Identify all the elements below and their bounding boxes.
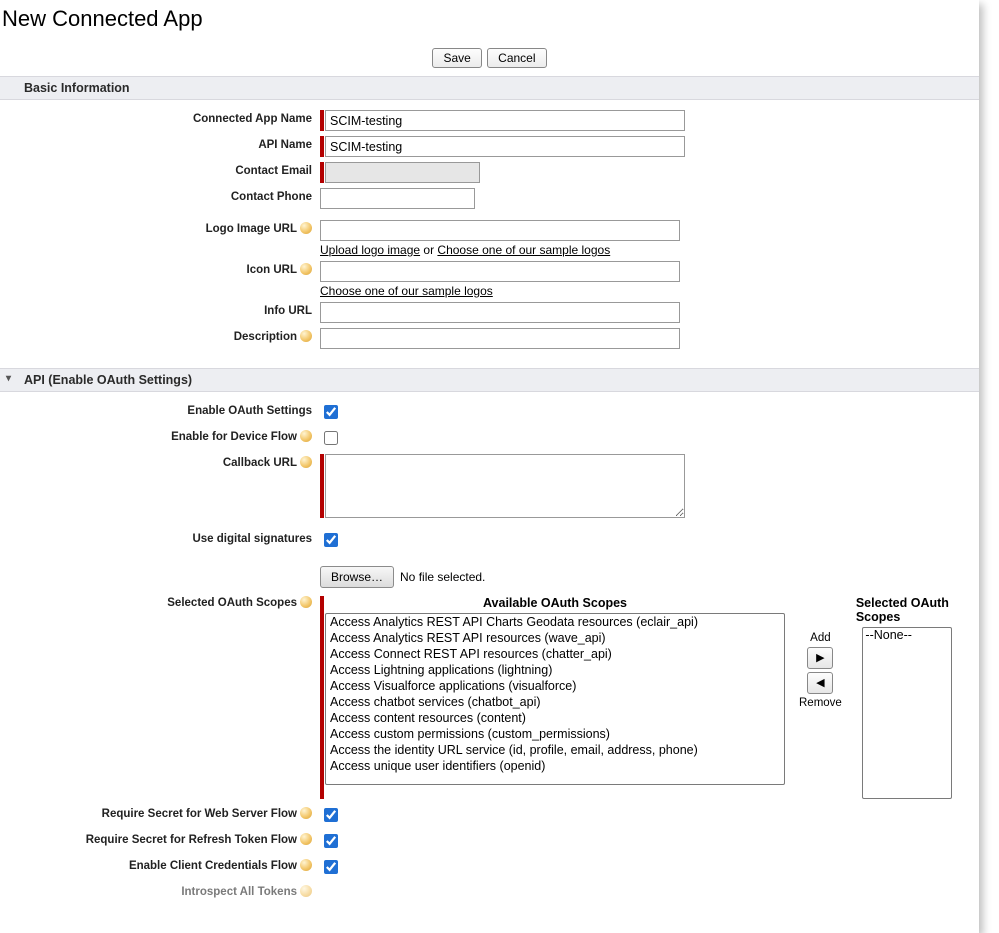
choose-sample-logo-link[interactable]: Choose one of our sample logos: [437, 243, 610, 257]
app-name-input[interactable]: [325, 110, 685, 131]
section-basic-body: Connected App Name API Name Contact Emai…: [0, 100, 979, 368]
label-contact-email: Contact Email: [20, 162, 320, 177]
scope-option[interactable]: Access chatbot services (chatbot_api): [326, 694, 784, 710]
label-api-name: API Name: [20, 136, 320, 151]
choose-sample-icon-link[interactable]: Choose one of our sample logos: [320, 284, 493, 298]
required-indicator: [320, 110, 324, 131]
label-req-secret-web: Require Secret for Web Server Flow: [20, 805, 320, 820]
enable-client-cred-checkbox[interactable]: [324, 860, 338, 874]
api-name-input[interactable]: [325, 136, 685, 157]
scope-option[interactable]: Access unique user identifiers (openid): [326, 758, 784, 774]
cancel-button[interactable]: Cancel: [487, 48, 546, 68]
label-enable-device: Enable for Device Flow: [20, 428, 320, 443]
icon-helper-links: Choose one of our sample logos: [320, 284, 493, 298]
scope-none-option[interactable]: --None--: [863, 628, 951, 643]
label-callback-url: Callback URL: [20, 454, 320, 469]
action-bar: Save Cancel: [0, 48, 979, 68]
label-contact-phone: Contact Phone: [20, 188, 320, 203]
label-description: Description: [20, 328, 320, 343]
help-icon[interactable]: [300, 330, 312, 342]
req-secret-refresh-checkbox[interactable]: [324, 834, 338, 848]
contact-email-input[interactable]: [325, 162, 480, 183]
logo-url-input[interactable]: [320, 220, 680, 241]
label-req-secret-refresh: Require Secret for Refresh Token Flow: [20, 831, 320, 846]
available-scopes-list[interactable]: Access Analytics REST API Charts Geodata…: [325, 613, 785, 785]
help-icon[interactable]: [300, 885, 312, 897]
selected-scopes-title: Selected OAuth Scopes: [856, 596, 959, 624]
label-logo-url: Logo Image URL: [20, 220, 320, 235]
label-enable-client-cred: Enable Client Credentials Flow: [20, 857, 320, 872]
scope-option[interactable]: Access Connect REST API resources (chatt…: [326, 646, 784, 662]
label-digital-sig: Use digital signatures: [20, 530, 320, 545]
add-label: Add: [810, 632, 830, 644]
digital-sig-checkbox[interactable]: [324, 533, 338, 547]
callback-url-textarea[interactable]: [325, 454, 685, 518]
browse-button[interactable]: Browse…: [320, 566, 394, 588]
req-secret-web-checkbox[interactable]: [324, 808, 338, 822]
contact-phone-input[interactable]: [320, 188, 475, 209]
save-button[interactable]: Save: [432, 48, 481, 68]
help-icon[interactable]: [300, 596, 312, 608]
help-icon[interactable]: [300, 859, 312, 871]
help-icon[interactable]: [300, 807, 312, 819]
info-url-input[interactable]: [320, 302, 680, 323]
required-indicator: [320, 162, 324, 183]
file-status-text: No file selected.: [400, 570, 485, 584]
label-icon-url: Icon URL: [20, 261, 320, 276]
upload-logo-link[interactable]: Upload logo image: [320, 243, 420, 257]
scope-option[interactable]: Access Visualforce applications (visualf…: [326, 678, 784, 694]
section-api-header[interactable]: API (Enable OAuth Settings): [0, 368, 979, 392]
page-title: New Connected App: [0, 6, 979, 32]
scope-option[interactable]: Access Lightning applications (lightning…: [326, 662, 784, 678]
help-icon[interactable]: [300, 456, 312, 468]
scope-option[interactable]: Access the identity URL service (id, pro…: [326, 742, 784, 758]
enable-device-checkbox[interactable]: [324, 431, 338, 445]
label-selected-scopes: Selected OAuth Scopes: [20, 594, 320, 609]
required-indicator: [320, 136, 324, 157]
enable-oauth-checkbox[interactable]: [324, 405, 338, 419]
icon-url-input[interactable]: [320, 261, 680, 282]
section-basic-header: Basic Information: [0, 76, 979, 100]
available-scopes-title: Available OAuth Scopes: [483, 596, 627, 610]
label-introspect: Introspect All Tokens: [20, 883, 320, 898]
scopes-panel: Available OAuth Scopes Access Analytics …: [320, 596, 959, 799]
remove-scope-button[interactable]: ◀: [807, 672, 833, 694]
scope-option[interactable]: Access Analytics REST API resources (wav…: [326, 630, 784, 646]
scope-option[interactable]: Access custom permissions (custom_permis…: [326, 726, 784, 742]
add-scope-button[interactable]: ▶: [807, 647, 833, 669]
help-icon[interactable]: [300, 222, 312, 234]
scope-option[interactable]: Access content resources (content): [326, 710, 784, 726]
help-icon[interactable]: [300, 833, 312, 845]
label-info-url: Info URL: [20, 302, 320, 317]
selected-scopes-list[interactable]: --None--: [862, 627, 952, 799]
remove-label: Remove: [799, 697, 842, 709]
description-input[interactable]: [320, 328, 680, 349]
label-enable-oauth: Enable OAuth Settings: [20, 402, 320, 417]
label-app-name: Connected App Name: [20, 110, 320, 125]
help-icon[interactable]: [300, 263, 312, 275]
section-api-body: Enable OAuth Settings Enable for Device …: [0, 392, 979, 923]
scope-option[interactable]: Access Analytics REST API Charts Geodata…: [326, 614, 784, 630]
required-indicator: [320, 454, 324, 518]
help-icon[interactable]: [300, 430, 312, 442]
label-file-upload: [20, 566, 320, 569]
logo-helper-links: Upload logo image or Choose one of our s…: [320, 243, 610, 257]
